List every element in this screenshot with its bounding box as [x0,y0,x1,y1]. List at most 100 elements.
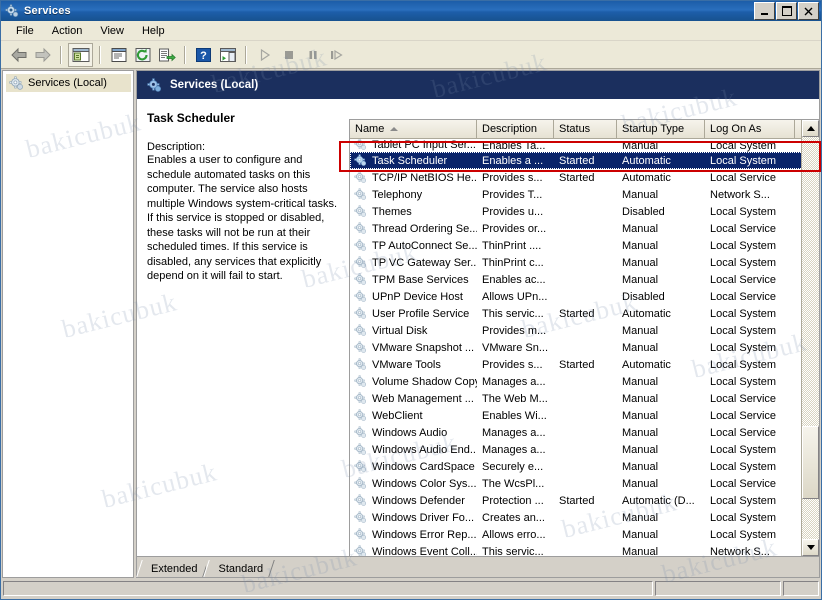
cell-log-on-as: Local Service [710,273,777,286]
menu-help[interactable]: Help [133,23,174,39]
restart-service-icon[interactable] [325,44,348,66]
table-row[interactable]: Web Management ... The Web M... Manual Loca… [350,390,819,407]
service-gear-icon [354,187,368,202]
column-header-log-on-as[interactable]: Log On As [705,120,795,138]
minimize-button[interactable] [754,2,775,20]
show-hide-tree-icon[interactable] [68,42,93,67]
cell-startup-type: Manual [622,511,659,524]
table-row[interactable]: User Profile Service This servic... Starte… [350,305,819,322]
refresh-icon[interactable] [131,44,154,66]
table-row[interactable]: Tablet PC Input Ser... Enables Ta... Manua… [350,139,819,152]
tab-standard[interactable]: Standard [206,560,273,577]
table-row[interactable]: Windows Audio End... Manages a... Manual Lo… [350,441,819,458]
table-row[interactable]: Virtual Disk Provides m... Manual Local Sys… [350,322,819,339]
toolbar: ? [1,41,821,69]
menu-file[interactable]: File [7,23,43,39]
table-row[interactable]: Windows Color Sys... The WcsPl... Manual Lo… [350,475,819,492]
services-gear-icon [9,75,24,91]
cell-startup-type: Manual [622,545,659,557]
svg-text:?: ? [200,50,207,62]
table-row[interactable]: Themes Provides u... Disabled Local System [350,203,819,220]
table-row[interactable]: WebClient Enables Wi... Manual Local Servic… [350,407,819,424]
table-row[interactable]: Windows Event Coll... This servic... Manua… [350,543,819,556]
window-controls [754,2,819,20]
table-row[interactable]: Windows Defender Protection ... Started Aut… [350,492,819,509]
cell-log-on-as: Network S... [710,188,770,201]
cell-startup-type: Manual [622,392,659,405]
cell-name: Virtual Disk [350,323,477,338]
cell-description: ThinPrint c... [482,256,544,269]
cell-log-on-as: Local System [710,511,777,524]
scroll-up-button[interactable] [802,120,819,137]
cell-text: Thread Ordering Se... [372,222,477,235]
title-bar: Services [1,1,821,21]
cell-name: Windows Color Sys... [350,476,477,491]
table-row[interactable]: TP AutoConnect Se... ThinPrint .... Manual… [350,237,819,254]
sort-ascending-icon [390,127,399,131]
cell-startup-type: Automatic [622,307,671,320]
sidebar-item-services-local[interactable]: Services (Local) [6,74,131,92]
menu-action[interactable]: Action [43,23,92,39]
cell-description: Manages a... [482,375,546,388]
cell-description: Provides T... [482,188,543,201]
service-gear-icon [354,170,368,185]
table-row[interactable]: TPM Base Services Enables ac... Manual Loca… [350,271,819,288]
maximize-button[interactable] [776,2,797,20]
tab-extended[interactable]: Extended [139,560,207,577]
properties-icon[interactable] [107,44,130,66]
table-row[interactable]: Windows Driver Fo... Creates an... Manual L… [350,509,819,526]
table-row[interactable]: TCP/IP NetBIOS He... Provides s... Started… [350,169,819,186]
cell-log-on-as: Local System [710,239,777,252]
scroll-down-button[interactable] [802,539,819,556]
cell-startup-type: Manual [622,140,659,152]
table-row[interactable]: Thread Ordering Se... Provides or... Manua… [350,220,819,237]
table-row[interactable]: VMware Snapshot ... VMware Sn... Manual Loc… [350,339,819,356]
list-vertical-scrollbar[interactable] [801,120,819,556]
cell-description: Manages a... [482,443,546,456]
service-gear-icon [354,306,368,321]
cell-description: Provides s... [482,358,543,371]
pause-service-icon[interactable] [301,44,324,66]
table-row[interactable]: VMware Tools Provides s... Started Automati… [350,356,819,373]
menu-view[interactable]: View [91,23,133,39]
service-gear-icon [354,493,368,508]
start-service-icon[interactable] [253,44,276,66]
export-list-icon[interactable] [155,44,178,66]
column-header-status[interactable]: Status [554,120,617,138]
table-row[interactable]: UPnP Device Host Allows UPn... Disabled Loc… [350,288,819,305]
table-row[interactable]: Windows Error Rep... Allows erro... Manual… [350,526,819,543]
cell-name: Themes [350,204,477,219]
cell-log-on-as: Local System [710,256,777,269]
cell-startup-type: Disabled [622,290,665,303]
cell-name: Telephony [350,187,477,202]
list-rows: Tablet PC Input Ser... Enables Ta... Manua… [350,139,819,556]
pane-banner: Services (Local) [137,71,819,99]
cell-status: Started [559,307,595,320]
table-row[interactable]: Windows CardSpace Securely e... Manual Loca… [350,458,819,475]
table-row[interactable]: Windows Audio Manages a... Manual Local Ser… [350,424,819,441]
column-header-name[interactable]: Name [350,120,477,138]
column-header-description[interactable]: Description [477,120,554,138]
show-action-pane-icon[interactable] [216,44,239,66]
table-row[interactable]: TP VC Gateway Ser... ThinPrint c... Manual… [350,254,819,271]
stop-service-icon[interactable] [277,44,300,66]
cell-log-on-as: Network S... [710,545,770,557]
table-row[interactable]: Volume Shadow Copy Manages a... Manual Loca… [350,373,819,390]
cell-log-on-as: Local System [710,494,777,507]
cell-description: The Web M... [482,392,548,405]
services-gear-icon [5,4,19,18]
cell-text: TP AutoConnect Se... [372,239,477,252]
scroll-thumb[interactable] [802,426,819,499]
help-icon[interactable]: ? [192,44,215,66]
forward-icon[interactable] [31,44,54,66]
page-title: Task Scheduler [147,111,235,125]
close-button[interactable] [798,2,819,20]
table-row[interactable]: Task Scheduler Enables a ... Started Automa… [350,152,819,169]
cell-text: Windows Color Sys... [372,477,477,490]
column-header-startup-type[interactable]: Startup Type [617,120,705,138]
results-pane: Services (Local) Task Scheduler Descript… [136,70,820,578]
cell-startup-type: Automatic [622,171,671,184]
back-icon[interactable] [7,44,30,66]
scroll-track[interactable] [802,137,819,539]
table-row[interactable]: Telephony Provides T... Manual Network S... [350,186,819,203]
